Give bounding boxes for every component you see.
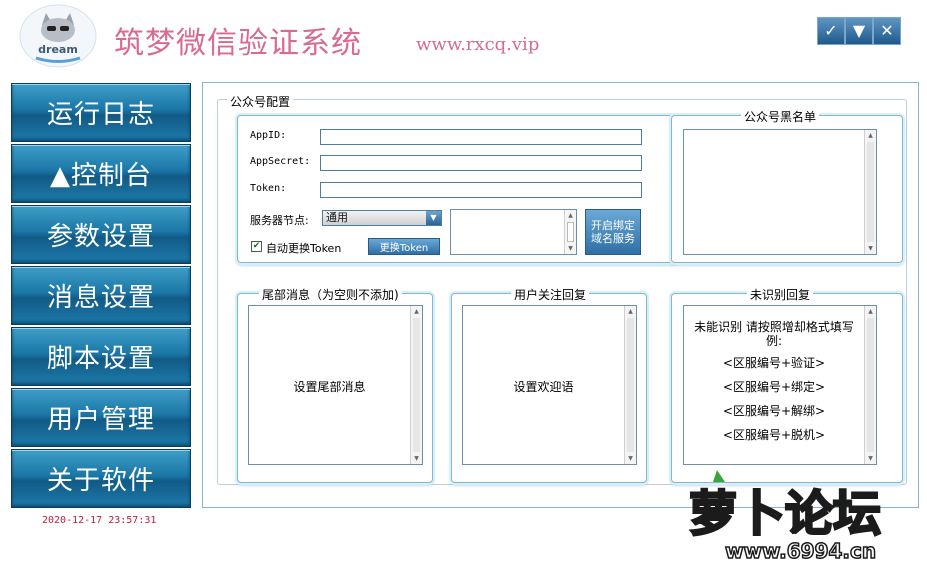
token-input[interactable] <box>320 182 642 198</box>
follow-reply-textarea[interactable]: 设置欢迎语 ▲ ▼ <box>462 305 637 465</box>
carrot-leaf-icon <box>713 470 725 482</box>
timestamp: 2020-12-17 23:57:31 <box>42 515 157 526</box>
scrollbar[interactable]: ▲ ▼ <box>410 306 422 464</box>
unknown-reply-line2: 例: <box>765 334 783 348</box>
scroll-up-icon[interactable]: ▲ <box>865 306 876 317</box>
confirm-button[interactable]: ✓ <box>817 17 845 45</box>
nav-console[interactable]: ▲控制台 <box>11 144 191 203</box>
appsecret-input[interactable] <box>320 155 642 171</box>
close-button[interactable]: ✕ <box>873 17 901 45</box>
scroll-track[interactable] <box>627 318 634 452</box>
bind-domain-button[interactable]: 开启绑定 域名服务 <box>585 209 641 255</box>
svg-text:www.6994.cn: www.6994.cn <box>725 539 876 563</box>
scroll-up-icon[interactable]: ▲ <box>411 306 422 317</box>
scrollbar[interactable]: ▲ ▼ <box>864 306 876 464</box>
config-frame: AppID: AppSecret: Token: 服务器节点: 通用 ▼ ✔ 自… <box>237 115 677 263</box>
unknown-reply-title: 未识别回复 <box>747 286 814 303</box>
bind-domain-button-line1: 开启绑定 <box>591 219 635 232</box>
nav-run-log[interactable]: 运行日志 <box>11 83 191 142</box>
svg-text:萝卜论坛: 萝卜论坛 <box>689 486 881 542</box>
server-node-label: 服务器节点: <box>250 214 309 227</box>
scroll-track[interactable] <box>413 318 420 452</box>
blacklist-list[interactable]: ▲ ▼ <box>683 129 877 255</box>
nav-parameter-settings[interactable]: 参数设置 <box>11 205 191 264</box>
scrollbar[interactable]: ▲ ▼ <box>864 130 876 254</box>
blacklist-title: 公众号黑名单 <box>741 108 820 125</box>
follow-reply-placeholder: 设置欢迎语 <box>513 380 574 394</box>
app-title: 筑梦微信验证系统 <box>114 26 362 61</box>
unknown-reply-line3: <区服编号+验证> <box>722 356 826 370</box>
auto-token-label: 自动更换Token <box>266 242 342 255</box>
auto-token-checkbox[interactable]: ✔ <box>251 241 262 252</box>
chevron-down-icon[interactable]: ▼ <box>426 211 441 225</box>
token-label: Token: <box>250 183 287 194</box>
unknown-reply-line6: <区服编号+脱机> <box>722 428 826 442</box>
scroll-down-icon[interactable]: ▼ <box>865 243 876 254</box>
footer-message-title: 尾部消息（为空则不添加) <box>259 286 402 303</box>
change-token-button[interactable]: 更换Token <box>368 238 440 255</box>
nav-user-management[interactable]: 用户管理 <box>11 388 191 447</box>
nav-message-settings[interactable]: 消息设置 <box>11 266 191 325</box>
forum-watermark: 萝卜论坛 www.6994.cn <box>677 468 917 564</box>
scroll-down-icon[interactable]: ▼ <box>411 453 422 464</box>
app-logo: dream <box>16 3 100 69</box>
scrollbar[interactable]: ▲ ▼ <box>624 306 636 464</box>
server-node-value: 通用 <box>326 211 348 224</box>
follow-reply-title: 用户关注回复 <box>511 286 590 303</box>
scroll-thumb[interactable] <box>567 222 574 242</box>
nav-script-settings[interactable]: 脚本设置 <box>11 327 191 386</box>
scroll-track[interactable] <box>867 318 874 452</box>
scroll-down-icon[interactable]: ▼ <box>625 453 636 464</box>
appid-input[interactable] <box>320 129 642 145</box>
scroll-down-icon[interactable]: ▼ <box>565 243 576 254</box>
app-url: www.rxcq.vip <box>416 34 540 55</box>
server-info-box[interactable]: ▲ ▼ <box>450 209 577 255</box>
bind-domain-button-line2: 域名服务 <box>591 232 635 245</box>
footer-message-textarea[interactable]: 设置尾部消息 ▲ ▼ <box>248 305 423 465</box>
appid-label: AppID: <box>250 130 287 141</box>
config-group-title: 公众号配置 <box>227 93 294 110</box>
main-panel: 公众号配置 AppID: AppSecret: Token: 服务器节点: 通用… <box>202 82 919 508</box>
scroll-up-icon[interactable]: ▲ <box>565 210 576 221</box>
unknown-reply-line4: <区服编号+绑定> <box>722 380 826 394</box>
scrollbar[interactable]: ▲ ▼ <box>564 210 576 254</box>
unknown-reply-textarea[interactable]: 未能识别 请按照增却格式填写 例: <区服编号+验证> <区服编号+绑定> <区… <box>683 305 877 465</box>
appsecret-label: AppSecret: <box>250 156 311 167</box>
unknown-reply-line5: <区服编号+解绑> <box>722 404 826 418</box>
scroll-down-icon[interactable]: ▼ <box>865 453 876 464</box>
server-node-select[interactable]: 通用 ▼ <box>322 210 442 226</box>
scroll-up-icon[interactable]: ▲ <box>865 130 876 141</box>
nav-about[interactable]: 关于软件 <box>11 449 191 508</box>
scroll-up-icon[interactable]: ▲ <box>625 306 636 317</box>
minimize-button[interactable]: ▼ <box>845 17 873 45</box>
scroll-track[interactable] <box>867 142 874 242</box>
footer-message-placeholder: 设置尾部消息 <box>293 380 366 394</box>
svg-text:dream: dream <box>38 43 78 56</box>
